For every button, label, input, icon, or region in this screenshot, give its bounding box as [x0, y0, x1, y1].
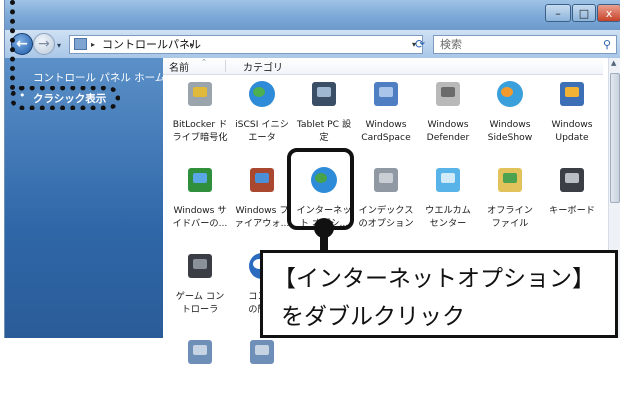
offline-files-icon — [494, 164, 526, 196]
bitlocker-icon — [184, 78, 216, 110]
control-panel-item[interactable]: Windows CardSpace — [353, 78, 419, 158]
annotation-dotted-box — [10, 86, 120, 110]
game-controller-icon — [184, 250, 216, 282]
control-panel-item[interactable] — [229, 336, 295, 416]
callout-text-line1: 【インターネットオプション】 — [273, 266, 595, 292]
control-panel-icon — [74, 38, 87, 50]
item-label: Tablet PC 設 定 — [296, 119, 352, 143]
minimize-button[interactable]: – — [545, 4, 571, 22]
control-panel-item[interactable]: BitLocker ド ライブ暗号化 — [167, 78, 233, 158]
column-header-name[interactable]: 名前 — [169, 59, 189, 74]
item-label: インデックス のオプション — [358, 205, 414, 229]
item-label: Windows サ イドバーの... — [172, 205, 228, 229]
control-panel-item[interactable]: iSCSI イニシ エータ — [229, 78, 295, 158]
control-panel-item[interactable] — [167, 336, 233, 416]
item-label: Windows CardSpace — [361, 119, 411, 143]
item-label: キーボード — [549, 205, 595, 216]
callout-box: 【インターネットオプション】 をダブルクリック — [260, 250, 618, 338]
scroll-up-icon[interactable]: ▲ — [611, 59, 616, 67]
item-label: Windows Update — [551, 119, 593, 143]
path-chevron-icon[interactable]: ▸ — [91, 36, 95, 53]
item-label: オフライン ファイル — [487, 205, 533, 229]
refresh-icon[interactable]: ⟳ — [410, 35, 430, 54]
update-icon — [556, 78, 588, 110]
control-panel-item[interactable]: オフライン ファイル — [477, 164, 543, 244]
item-icon — [184, 336, 216, 368]
callout-pointer-dot — [314, 218, 334, 238]
item-icon — [246, 336, 278, 368]
forward-button[interactable]: → — [33, 33, 55, 55]
welcome-icon — [432, 164, 464, 196]
cardspace-icon — [370, 78, 402, 110]
address-field[interactable]: ▸ コントロールパネル ▸ ▾ — [69, 35, 423, 54]
sort-ascending-icon: ⌃ — [201, 58, 207, 66]
address-bar: ← → ▾ ▸ コントロールパネル ▸ ▾ ⟳ 検索 ⚲ — [5, 30, 620, 58]
search-input[interactable]: 検索 ⚲ — [433, 35, 617, 54]
control-panel-item[interactable]: ゲーム コン トローラ — [167, 250, 233, 330]
control-panel-item[interactable]: Tablet PC 設 定 — [291, 78, 357, 158]
close-button[interactable]: x — [597, 4, 620, 22]
item-label: Windows SideShow — [487, 119, 533, 143]
item-label: Windows フ ァイアウォ... — [234, 205, 290, 229]
column-divider[interactable] — [225, 60, 226, 72]
control-panel-item[interactable]: Windows Defender — [415, 78, 481, 158]
annotation-dotted-line — [10, 0, 15, 90]
control-panel-item[interactable]: Windows フ ァイアウォ... — [229, 164, 295, 244]
control-panel-item[interactable]: Windows SideShow — [477, 78, 543, 158]
column-header-category[interactable]: カテゴリ — [243, 59, 283, 74]
maximize-button[interactable]: □ — [572, 4, 596, 22]
search-icon[interactable]: ⚲ — [603, 36, 611, 53]
index-icon — [370, 164, 402, 196]
tablet-pen-icon — [308, 78, 340, 110]
control-panel-item[interactable]: Windows サ イドバーの... — [167, 164, 233, 244]
item-label: Windows Defender — [426, 119, 470, 143]
callout-text-line2: をダブルクリック — [281, 304, 465, 330]
sidebar-icon — [184, 164, 216, 196]
control-panel-item[interactable]: キーボード — [539, 164, 605, 244]
column-headers: 名前 ⌃ カテゴリ — [163, 58, 603, 75]
breadcrumb-control-panel[interactable]: コントロールパネル — [102, 36, 201, 53]
path-chevron-icon[interactable]: ▸ — [190, 36, 194, 53]
scroll-thumb[interactable] — [610, 73, 620, 203]
item-label: ゲーム コン トローラ — [175, 291, 225, 315]
defender-icon — [432, 78, 464, 110]
control-panel-item[interactable]: ウエルカム センター — [415, 164, 481, 244]
title-bar[interactable]: – □ x — [5, 0, 620, 32]
control-panel-item[interactable]: Windows Update — [539, 78, 605, 158]
globe-icon — [246, 78, 278, 110]
keyboard-icon — [556, 164, 588, 196]
item-label: ウエルカム センター — [425, 205, 471, 229]
item-label: BitLocker ド ライブ暗号化 — [172, 119, 228, 143]
control-panel-home-link[interactable]: コントロール パネル ホーム — [33, 70, 165, 85]
search-placeholder: 検索 — [440, 38, 462, 51]
firewall-icon — [246, 164, 278, 196]
item-label: iSCSI イニシ エータ — [235, 119, 289, 143]
control-panel-item[interactable]: インデックス のオプション — [353, 164, 419, 244]
history-dropdown-icon[interactable]: ▾ — [57, 41, 61, 50]
sideshow-icon — [494, 78, 526, 110]
